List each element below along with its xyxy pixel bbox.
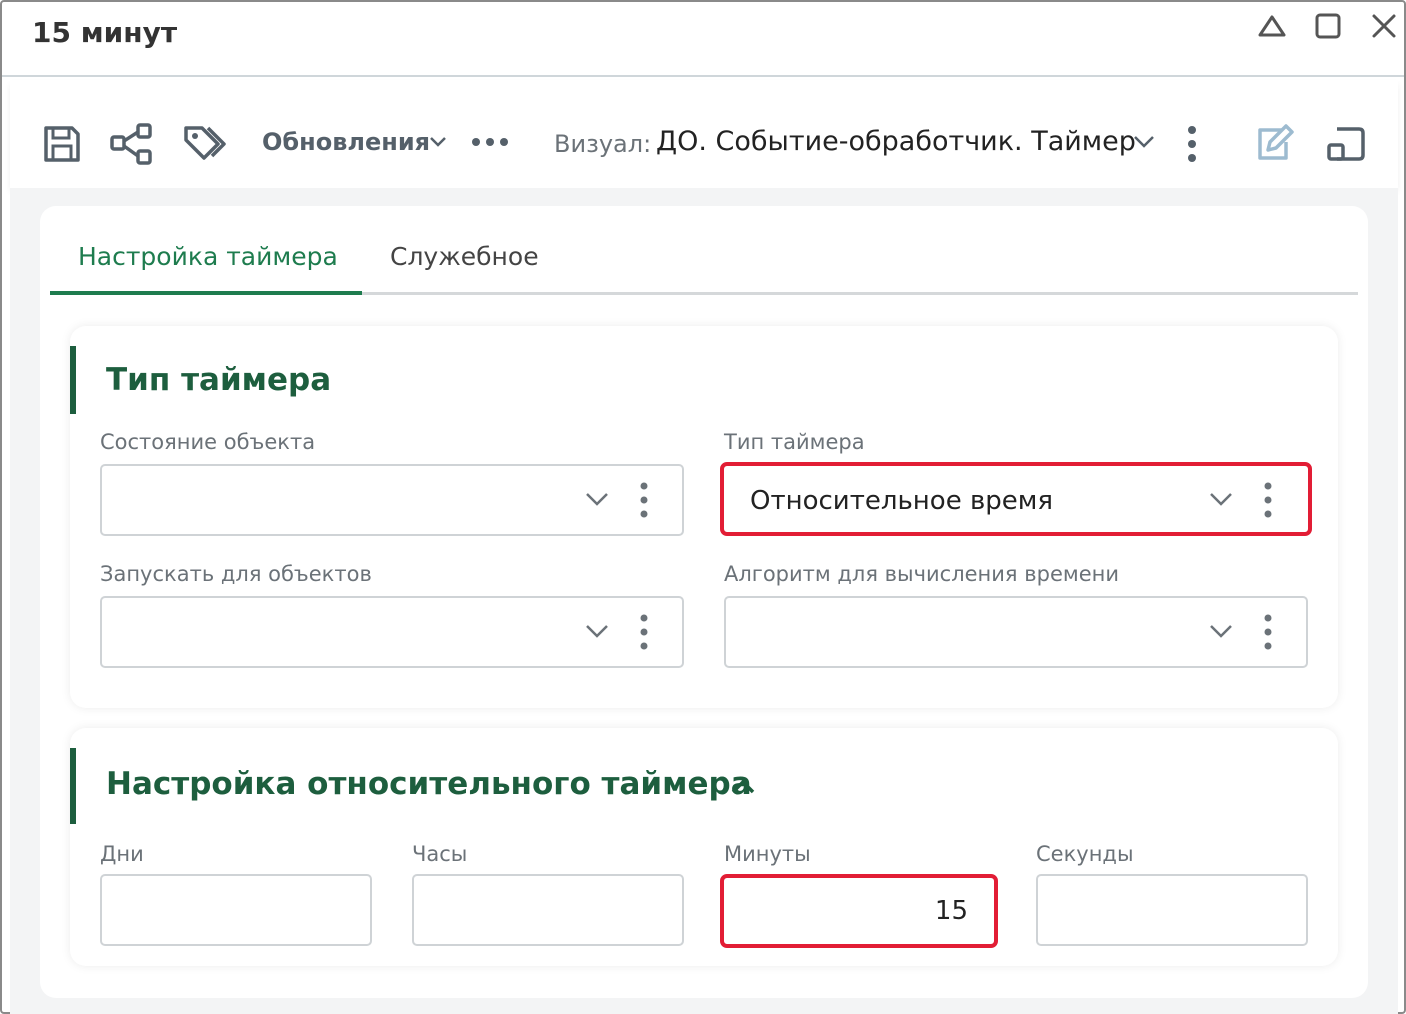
minutes-label: Минуты <box>724 842 811 866</box>
minutes-value: 15 <box>934 896 968 926</box>
time-algorithm-label: Алгоритм для вычисления времени <box>724 562 1120 586</box>
timer-type-section: Тип таймера Состояние объекта Тип таймер… <box>70 326 1338 708</box>
seconds-label: Секунды <box>1036 842 1134 866</box>
chevron-down-icon[interactable] <box>424 122 452 162</box>
visual-label: Визуал: <box>554 130 652 158</box>
open-window-icon[interactable] <box>1322 120 1370 168</box>
chevron-up-icon[interactable] <box>728 772 758 802</box>
object-state-field[interactable] <box>100 464 684 536</box>
close-icon[interactable] <box>1366 8 1402 44</box>
chevron-down-icon[interactable] <box>1206 616 1236 646</box>
run-for-objects-field[interactable] <box>100 596 684 668</box>
share-icon[interactable] <box>108 120 156 168</box>
edit-icon[interactable] <box>1250 120 1298 168</box>
timer-type-label: Тип таймера <box>724 430 865 454</box>
tab-service[interactable]: Служебное <box>390 242 539 271</box>
object-state-label: Состояние объекта <box>100 430 316 454</box>
maximize-icon[interactable] <box>1310 8 1346 44</box>
section-title: Тип таймера <box>106 362 332 398</box>
tab-timer-settings[interactable]: Настройка таймера <box>78 242 338 271</box>
kebab-icon[interactable] <box>1174 120 1210 168</box>
timer-type-value: Относительное время <box>750 486 1054 516</box>
active-tab-indicator <box>50 291 362 295</box>
minutes-field[interactable]: 15 <box>720 874 998 948</box>
seconds-field[interactable] <box>1036 874 1308 946</box>
more-horizontal-icon[interactable] <box>466 122 514 162</box>
relative-timer-section: Настройка относительного таймера Дни Час… <box>70 728 1338 966</box>
app-window: 15 минут Обновления Визуал: ДО. Событие-… <box>0 0 1406 1014</box>
tags-icon[interactable] <box>182 120 230 168</box>
kebab-icon[interactable] <box>634 612 654 652</box>
section-title: Настройка относительного таймера <box>106 766 752 802</box>
section-accent-bar <box>70 748 76 824</box>
chevron-down-icon[interactable] <box>582 616 612 646</box>
home-icon[interactable] <box>1254 8 1290 44</box>
kebab-icon[interactable] <box>1258 612 1278 652</box>
kebab-icon[interactable] <box>634 480 654 520</box>
chevron-down-icon[interactable] <box>582 484 612 514</box>
chevron-down-icon[interactable] <box>1206 484 1236 514</box>
save-icon[interactable] <box>38 120 86 168</box>
days-field[interactable] <box>100 874 372 946</box>
hours-label: Часы <box>412 842 468 866</box>
section-accent-bar <box>70 346 76 414</box>
window-title: 15 минут <box>32 16 178 49</box>
title-bar: 15 минут <box>2 2 1404 77</box>
visual-value[interactable]: ДО. Событие-обработчик. Таймер <box>656 126 1136 157</box>
time-algorithm-field[interactable] <box>724 596 1308 668</box>
timer-type-field[interactable]: Относительное время <box>720 462 1312 536</box>
chevron-down-icon[interactable] <box>1128 122 1160 162</box>
days-label: Дни <box>100 842 144 866</box>
kebab-icon[interactable] <box>1258 480 1278 520</box>
updates-menu[interactable]: Обновления <box>262 128 430 156</box>
run-for-objects-label: Запускать для объектов <box>100 562 372 586</box>
hours-field[interactable] <box>412 874 684 946</box>
toolbar: Обновления Визуал: ДО. Событие-обработчи… <box>10 80 1398 188</box>
tab-bar: Настройка таймера Служебное <box>50 220 1358 296</box>
